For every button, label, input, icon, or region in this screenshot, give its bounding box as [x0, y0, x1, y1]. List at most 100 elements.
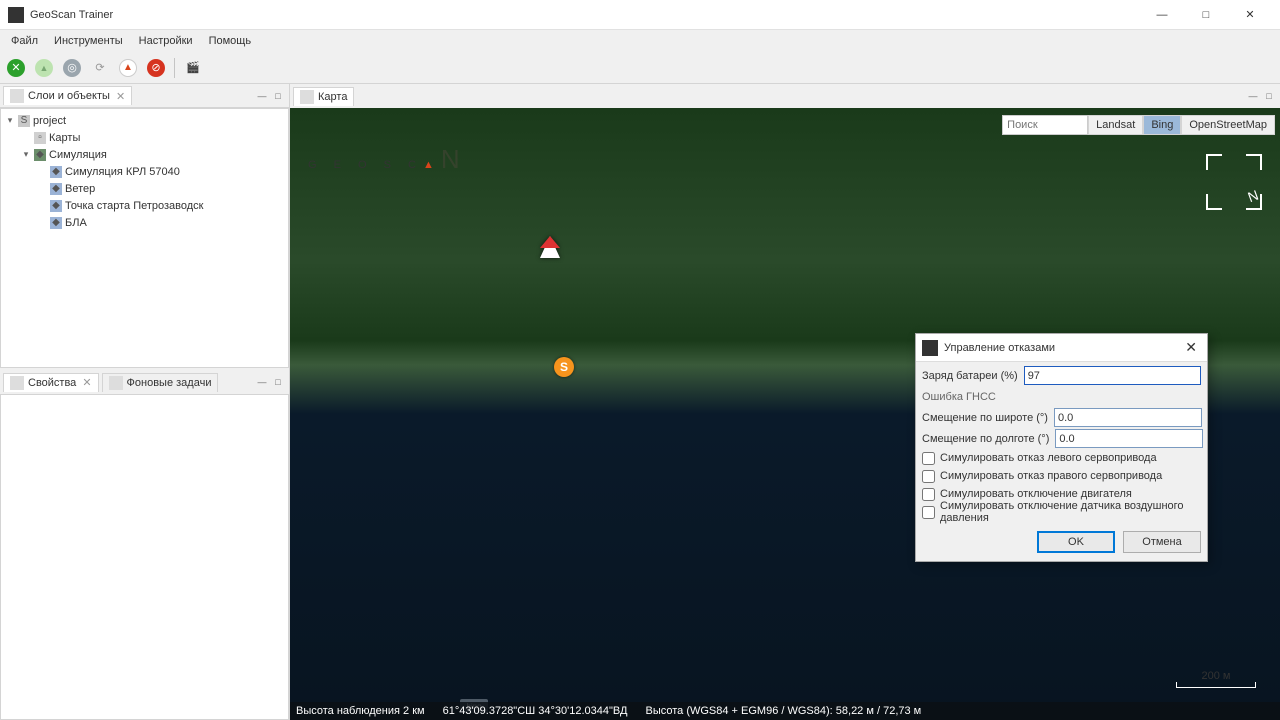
toolbar-separator [174, 58, 175, 78]
expand-icon[interactable]: ▾ [21, 149, 31, 160]
node-icon: ▫ [34, 132, 46, 144]
pane-minimize-icon[interactable]: — [1245, 88, 1261, 104]
window-close[interactable]: ✕ [1228, 0, 1272, 30]
props-tab[interactable]: Свойства ✕ [3, 373, 99, 392]
map-area: Карта — □ Landsat Bing OpenStreetMap G E… [290, 84, 1280, 720]
layers-tree[interactable]: ▾Sproject▫Карты▾◆Симуляция◆Симуляция КРЛ… [0, 108, 289, 368]
battery-input[interactable] [1024, 366, 1201, 385]
tree-node[interactable]: ◆Ветер [1, 180, 288, 197]
node-label: Карты [49, 132, 80, 144]
dialog-icon [922, 340, 938, 356]
tasks-tab[interactable]: Фоновые задачи [102, 373, 219, 392]
lat-offset-label: Смещение по широте (°) [922, 412, 1048, 424]
menu-tools[interactable]: Инструменты [47, 32, 130, 50]
pane-minimize-icon[interactable]: — [254, 88, 270, 104]
properties-panel [0, 394, 289, 720]
scale-line-icon [1176, 682, 1256, 688]
toolbar: ✕ ▲ ◎ ⟳ ▲ ⊘ 🎬 [0, 52, 1280, 84]
provider-bing[interactable]: Bing [1143, 115, 1181, 135]
node-icon: ◆ [34, 149, 46, 161]
layers-tab-close-icon[interactable]: ✕ [116, 90, 125, 103]
props-tab-icon [10, 376, 24, 390]
pane-max-icon[interactable]: □ [270, 374, 286, 390]
provider-landsat[interactable]: Landsat [1088, 115, 1143, 135]
app-title: GeoScan Trainer [30, 9, 1140, 21]
corner-icon [1206, 194, 1222, 210]
tasks-tab-label: Фоновые задачи [127, 377, 212, 389]
layers-pane-header: Слои и объекты ✕ — □ [0, 84, 289, 108]
map-tab-label: Карта [318, 91, 347, 103]
status-observation: Высота наблюдения 2 км [296, 705, 425, 717]
corner-icon [1246, 154, 1262, 170]
window-minimize[interactable]: — [1140, 0, 1184, 30]
props-tab-label: Свойства [28, 377, 76, 389]
tasks-tab-icon [109, 376, 123, 390]
toolbar-btn-6[interactable]: ⊘ [144, 56, 168, 80]
node-icon: S [18, 115, 30, 127]
lower-tabs: Свойства ✕ Фоновые задачи — □ [0, 370, 289, 394]
node-label: project [33, 115, 66, 127]
orientation-icon: ▲ [119, 59, 137, 77]
map-viewport[interactable]: Landsat Bing OpenStreetMap G E O S C▲N N… [290, 108, 1280, 720]
scale-bar: 200 м [1176, 670, 1256, 688]
status-coords: 61°43'09.3728"СШ 34°30'12.0344"ВД [443, 705, 628, 717]
compass-widget[interactable]: N [1206, 154, 1262, 210]
pane-minimize-icon[interactable]: — [254, 374, 270, 390]
chk-engine[interactable] [922, 488, 935, 501]
map-tab[interactable]: Карта [293, 87, 354, 106]
tree-node[interactable]: ▾◆Симуляция [1, 146, 288, 163]
status-altitude: Высота (WGS84 + EGM96 / WGS84): 58,22 м … [645, 705, 921, 717]
pane-max-icon[interactable]: □ [270, 88, 286, 104]
menu-file[interactable]: Файл [4, 32, 45, 50]
dialog-close-icon[interactable]: ✕ [1181, 339, 1201, 356]
lon-offset-label: Смещение по долготе (°) [922, 433, 1049, 445]
chk-left-servo-label: Симулировать отказ левого сервопривода [940, 452, 1157, 464]
corner-icon [1206, 154, 1222, 170]
layers-tab[interactable]: Слои и объекты ✕ [3, 86, 132, 105]
launch-icon: ▲ [35, 59, 53, 77]
stop-icon: ⊘ [147, 59, 165, 77]
layers-tab-label: Слои и объекты [28, 90, 110, 102]
chk-pressure-label: Симулировать отключение датчика воздушно… [940, 500, 1201, 524]
toolbar-btn-2[interactable]: ▲ [32, 56, 56, 80]
map-tabs: Карта — □ [290, 84, 1280, 108]
menu-settings[interactable]: Настройки [132, 32, 200, 50]
map-provider-bar: Landsat Bing OpenStreetMap [1002, 115, 1275, 135]
chk-right-servo[interactable] [922, 470, 935, 483]
clapper-icon: 🎬 [186, 61, 200, 74]
node-label: Симуляция КРЛ 57040 [65, 166, 180, 178]
map-search-input[interactable] [1002, 115, 1088, 135]
chk-left-servo[interactable] [922, 452, 935, 465]
toolbar-btn-5[interactable]: ▲ [116, 56, 140, 80]
ok-button[interactable]: OK [1037, 531, 1115, 553]
cancel-button[interactable]: Отмена [1123, 531, 1201, 553]
pane-max-icon[interactable]: □ [1261, 88, 1277, 104]
chk-pressure[interactable] [922, 506, 935, 519]
toolbar-btn-3[interactable]: ◎ [60, 56, 84, 80]
title-bar: GeoScan Trainer — □ ✕ [0, 0, 1280, 30]
toolbar-btn-1[interactable]: ✕ [4, 56, 28, 80]
menu-help[interactable]: Помощь [202, 32, 259, 50]
tree-node[interactable]: ◆БЛА [1, 214, 288, 231]
dialog-titlebar[interactable]: Управление отказами ✕ [916, 334, 1207, 362]
tree-node[interactable]: ▫Карты [1, 129, 288, 146]
dialog-title: Управление отказами [944, 342, 1055, 354]
chk-right-servo-label: Симулировать отказ правого сервопривода [940, 470, 1162, 482]
expand-icon[interactable]: ▾ [5, 115, 15, 126]
provider-osm[interactable]: OpenStreetMap [1181, 115, 1275, 135]
node-icon: ◆ [50, 183, 62, 195]
watermark: G E O S C▲N [308, 144, 467, 175]
tree-node[interactable]: ◆Точка старта Петрозаводск [1, 197, 288, 214]
toolbar-btn-4[interactable]: ⟳ [88, 56, 112, 80]
left-column: Слои и объекты ✕ — □ ▾Sproject▫Карты▾◆Си… [0, 84, 290, 720]
props-tab-close-icon[interactable]: ✕ [82, 376, 91, 389]
lon-offset-input[interactable] [1055, 429, 1203, 448]
uav-marker[interactable] [540, 236, 560, 258]
lat-offset-input[interactable] [1054, 408, 1202, 427]
menu-bar: Файл Инструменты Настройки Помощь [0, 30, 1280, 52]
toolbar-btn-7[interactable]: 🎬 [181, 56, 205, 80]
start-marker[interactable]: S [554, 357, 574, 377]
tree-node[interactable]: ▾Sproject [1, 112, 288, 129]
tree-node[interactable]: ◆Симуляция КРЛ 57040 [1, 163, 288, 180]
window-maximize[interactable]: □ [1184, 0, 1228, 30]
